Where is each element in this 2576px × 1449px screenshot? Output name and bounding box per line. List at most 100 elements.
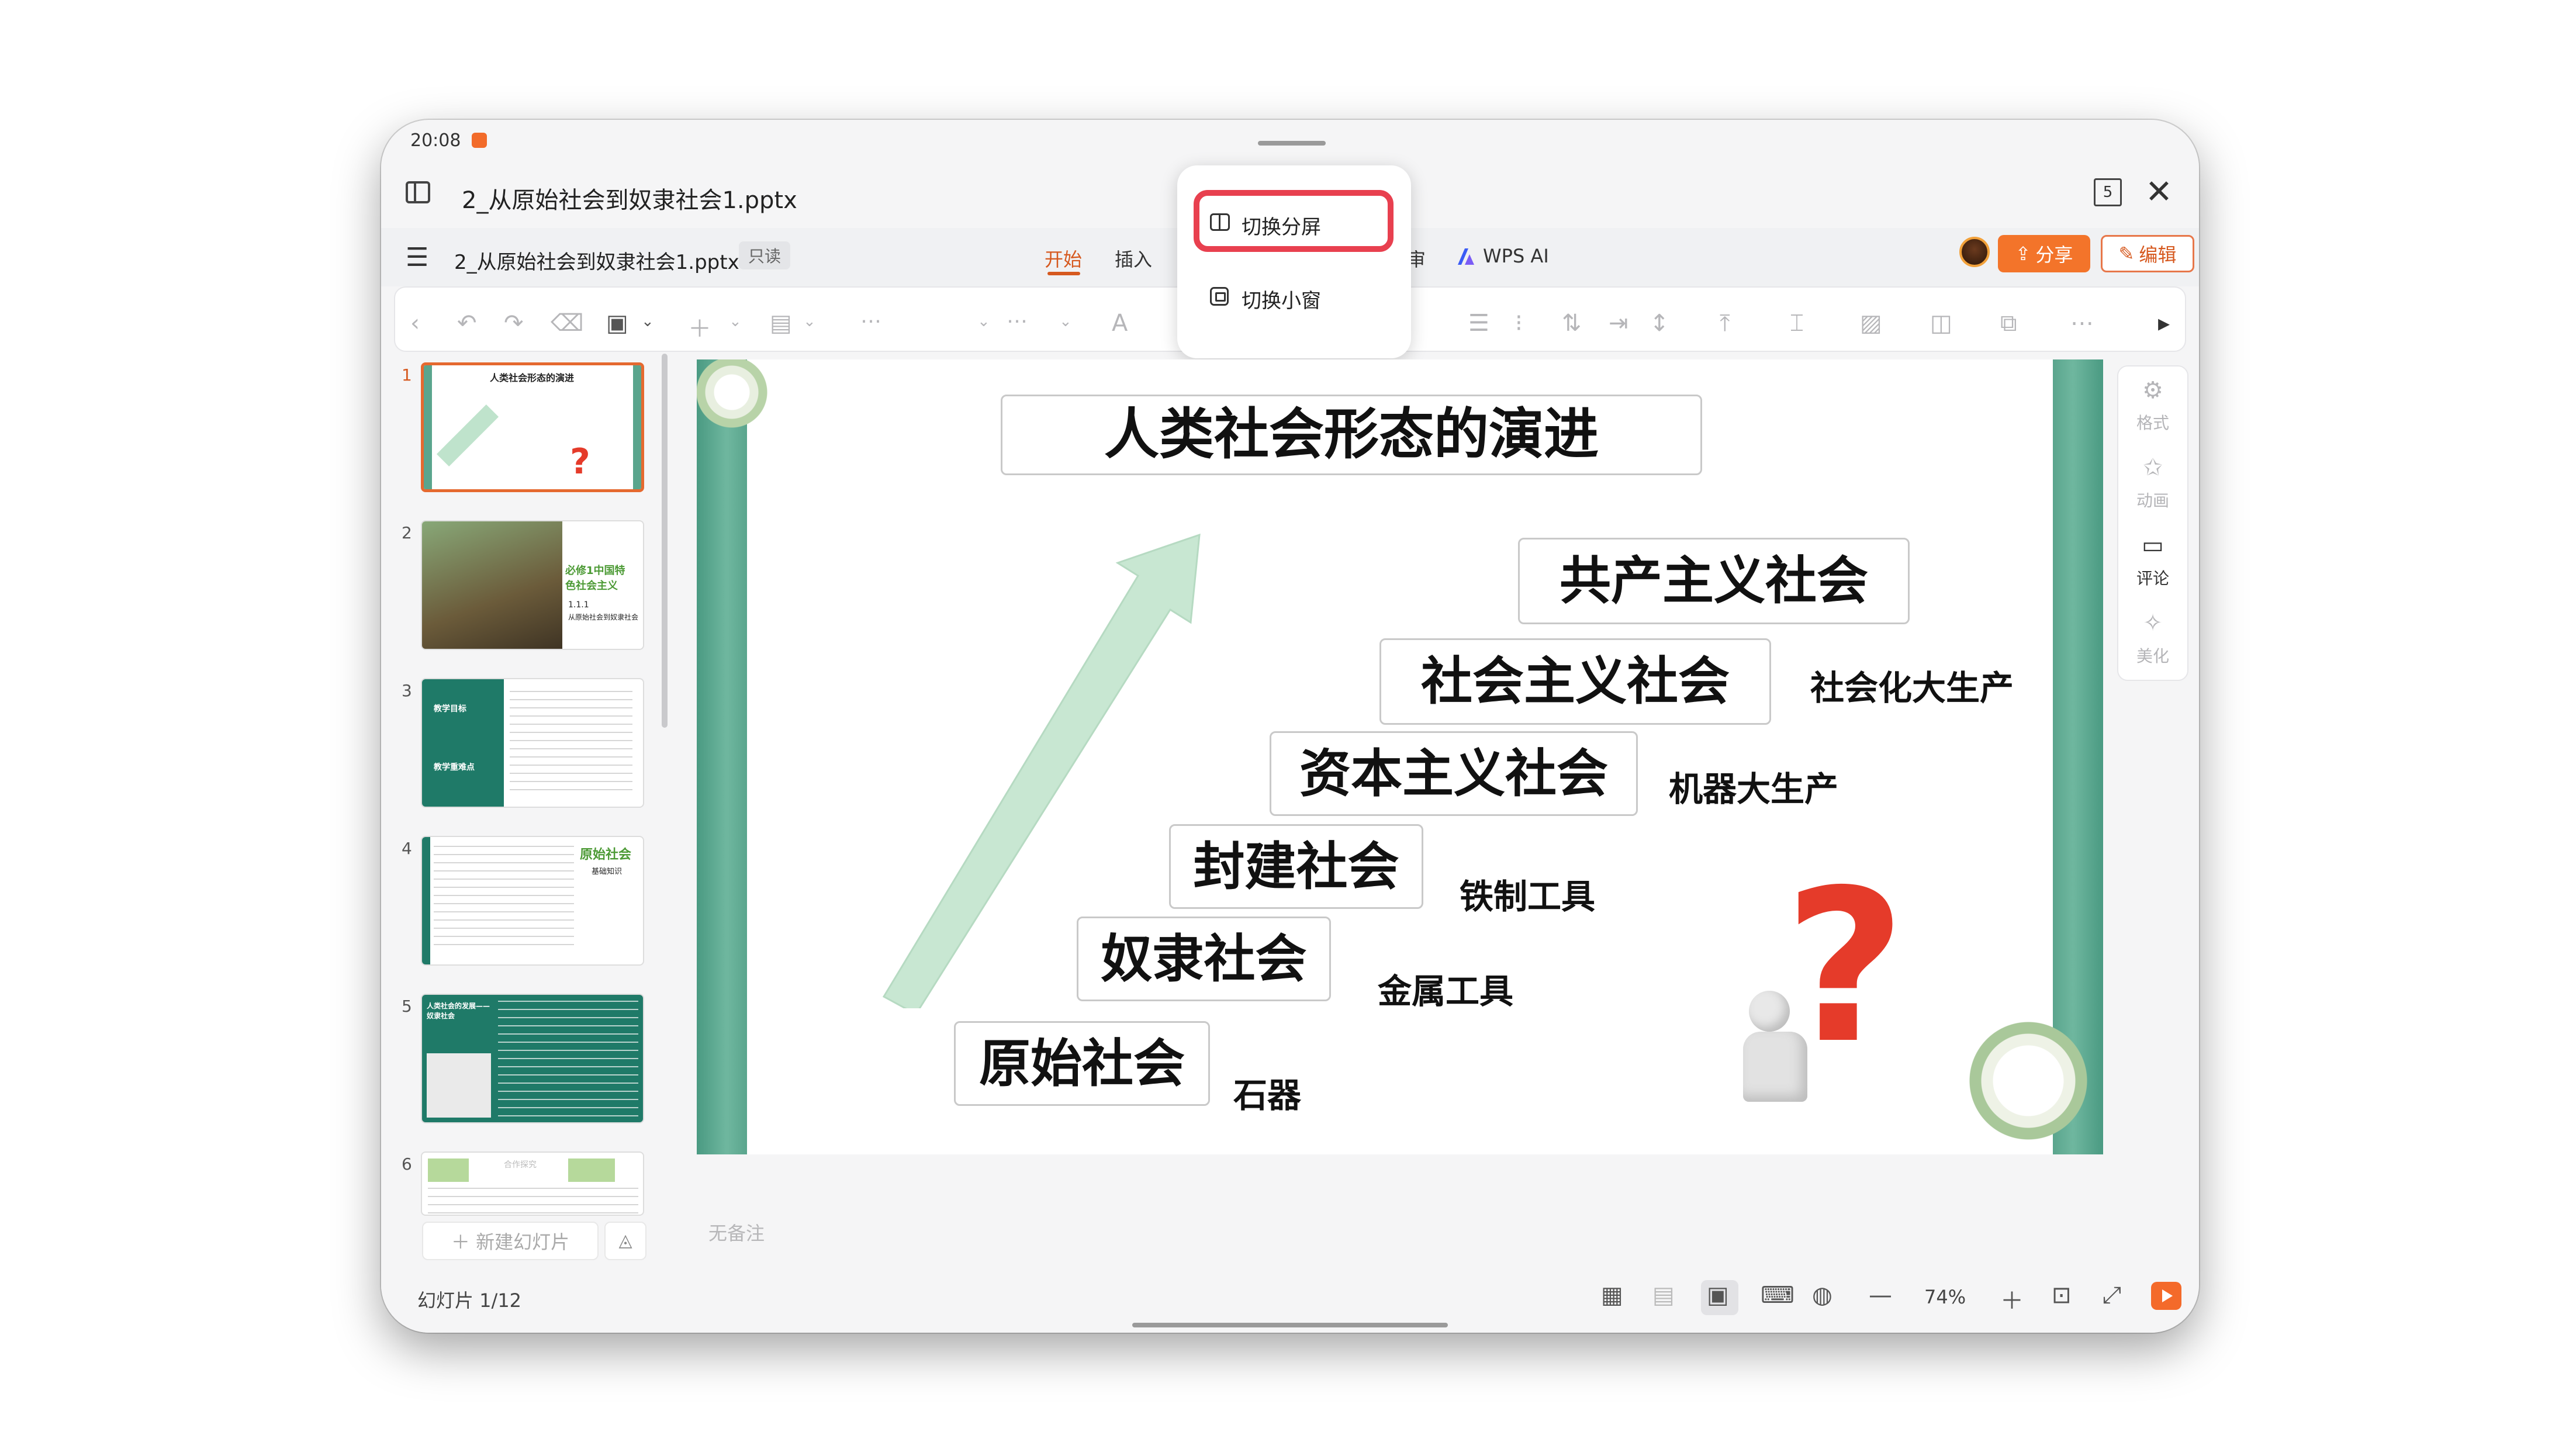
undo-icon[interactable]: ↶	[457, 310, 477, 337]
thumbnail-number: 6	[402, 1154, 412, 1174]
line-spacing-icon[interactable]: ⇅	[1562, 310, 1582, 337]
scroll-left-icon[interactable]: ‹	[410, 310, 420, 337]
zoom-out-icon[interactable]: —	[1869, 1282, 1892, 1309]
society-box-communism[interactable]: 共产主义社会	[1518, 538, 1910, 624]
thumbnail-number: 2	[402, 523, 412, 542]
thumb-lines	[510, 691, 632, 796]
globe-icon[interactable]: ◍	[1812, 1282, 1832, 1309]
thumbnail-slide-6[interactable]: 合作探究	[421, 1151, 644, 1216]
thumb-title: 人类社会形态的演进	[489, 372, 574, 383]
thumbnail-slide-5[interactable]: 人类社会的发展——奴隶社会	[421, 994, 644, 1123]
chevron-down-icon[interactable]: ⌄	[1059, 313, 1072, 330]
thumbnail-slide-4[interactable]: 原始社会 基础知识	[421, 836, 644, 966]
window-count-icon[interactable]: 5	[2094, 178, 2122, 206]
share-button[interactable]: ⇪ 分享	[1998, 235, 2090, 272]
small-window-option[interactable]: 切换小窗	[1242, 285, 1321, 313]
normal-view-icon[interactable]: ▣	[1707, 1282, 1729, 1309]
productivity-label[interactable]: 机器大生产	[1669, 762, 1838, 811]
thumb-text: 必修1中国特色社会主义	[565, 565, 625, 592]
society-box-socialism[interactable]: 社会主义社会	[1379, 638, 1771, 725]
format-painter-icon[interactable]: ⌫	[551, 310, 584, 337]
small-window-icon[interactable]	[1210, 287, 1229, 306]
thumbnail-number: 1	[402, 365, 412, 385]
thumbnail-scrollbar[interactable]	[662, 354, 668, 728]
home-indicator[interactable]	[1132, 1323, 1448, 1327]
comment-icon[interactable]: ▭	[2117, 532, 2188, 559]
beautify-icon[interactable]: ✧	[2117, 610, 2188, 637]
slide-count: 幻灯片 1/12	[417, 1289, 522, 1312]
scroll-right-icon[interactable]: ▸	[2158, 310, 2170, 337]
animation-label[interactable]: 动画	[2117, 488, 2188, 511]
animation-icon[interactable]: ✩	[2117, 454, 2188, 481]
status-bar	[381, 120, 2199, 155]
indent-icon[interactable]: ⇥	[1609, 310, 1628, 337]
slide-title[interactable]: 人类社会形态的演进	[1001, 395, 1702, 475]
productivity-label[interactable]: 铁制工具	[1460, 869, 1595, 918]
zoom-level[interactable]: 74%	[1924, 1286, 1966, 1308]
font-family-select[interactable]: …	[860, 304, 881, 328]
play-slides-icon[interactable]: ▣	[606, 310, 628, 337]
chevron-down-icon[interactable]: ⌄	[729, 313, 742, 330]
shape-icon[interactable]: ◫	[1930, 310, 1952, 337]
fit-screen-icon[interactable]: ⊡	[2052, 1282, 2072, 1309]
paragraph-spacing-icon[interactable]: ↕	[1650, 310, 1669, 337]
beautify-label[interactable]: 美化	[2117, 644, 2188, 667]
society-box-slavery[interactable]: 奴隶社会	[1077, 917, 1331, 1001]
reading-view-icon[interactable]: ▤	[1652, 1282, 1675, 1309]
readonly-badge: 只读	[739, 241, 791, 269]
hamburger-icon[interactable]: ☰	[406, 243, 428, 272]
layout-icon[interactable]: ▤	[770, 310, 792, 337]
thumbnail-slide-1[interactable]: 人类社会形态的演进 ?	[421, 362, 644, 492]
close-icon[interactable]: ✕	[2145, 176, 2173, 209]
comment-label[interactable]: 评论	[2117, 566, 2188, 589]
slide-layout-icon[interactable]: ◬	[604, 1222, 646, 1260]
thumbnail-slide-2[interactable]: 必修1中国特色社会主义 1.1.1 从原始社会到奴隶社会	[421, 520, 644, 650]
productivity-label[interactable]: 金属工具	[1378, 964, 1513, 1013]
text-box-icon[interactable]: ⌶	[1790, 310, 1804, 337]
font-grow-icon[interactable]: A	[1112, 310, 1128, 337]
productivity-label[interactable]: 社会化大生产	[1810, 660, 2014, 710]
chevron-down-icon[interactable]: ⌄	[977, 313, 990, 330]
grid-view-icon[interactable]: ▦	[1601, 1282, 1623, 1309]
chevron-down-icon[interactable]: ⌄	[641, 313, 654, 330]
society-box-feudalism[interactable]: 封建社会	[1169, 824, 1423, 909]
chevron-down-icon[interactable]: ⌄	[803, 313, 816, 330]
fullscreen-icon[interactable]: ⤢	[2103, 1282, 2121, 1309]
avatar[interactable]	[1959, 237, 1990, 267]
more-icon[interactable]: ⋯	[2070, 310, 2094, 337]
thumb-lines	[428, 1188, 638, 1213]
thumb-title: 人类社会的发展——奴隶社会	[427, 1002, 490, 1020]
split-screen-icon	[1210, 213, 1230, 231]
tab-start[interactable]: 开始	[1045, 245, 1082, 272]
society-box-primitive[interactable]: 原始社会	[954, 1021, 1210, 1106]
side-panel-icon[interactable]	[406, 181, 430, 203]
align-top-icon[interactable]: ⤒	[1720, 310, 1730, 337]
tablet-screen: 20:08 2_从原始社会到奴隶社会1.pptx 5 ✕ ☰ 2_从原始社会到奴…	[381, 120, 2199, 1333]
format-icon[interactable]: ⚙	[2117, 377, 2188, 404]
tab-wps-ai[interactable]: WPS AI	[1483, 245, 1549, 267]
window-handle[interactable]	[1258, 141, 1326, 146]
slide-canvas[interactable]: 人类社会形态的演进 共产主义社会 社会主义社会 资本主义社会 封建社会 奴隶社会…	[697, 359, 2103, 1154]
tab-insert[interactable]: 插入	[1115, 245, 1152, 272]
zoom-in-icon[interactable]: ＋	[2000, 1282, 2024, 1316]
plus-icon: ＋	[451, 1231, 476, 1253]
arrange-icon[interactable]: ⧉	[2000, 310, 2017, 337]
redo-icon[interactable]: ↷	[504, 310, 524, 337]
edit-label: 编辑	[2139, 244, 2177, 266]
bullet-list-icon[interactable]: ⁝	[1515, 310, 1523, 337]
thumb-border	[633, 365, 641, 489]
thumbnail-slide-3[interactable]: 教学目标 教学重难点	[421, 678, 644, 808]
edit-button[interactable]: ✎ 编辑	[2101, 235, 2194, 272]
picture-icon[interactable]: ▨	[1860, 310, 1882, 337]
add-icon[interactable]: ＋	[688, 310, 711, 344]
play-icon[interactable]	[2151, 1282, 2181, 1310]
new-slide-button[interactable]: ＋ 新建幻灯片	[422, 1222, 599, 1260]
format-label[interactable]: 格式	[2117, 410, 2188, 434]
society-box-capitalism[interactable]: 资本主义社会	[1270, 731, 1638, 816]
font-size-select[interactable]: …	[1007, 304, 1028, 328]
keyboard-icon[interactable]: ⌨	[1761, 1282, 1794, 1309]
notes-area[interactable]: 无备注	[708, 1219, 765, 1246]
productivity-label[interactable]: 石器	[1233, 1068, 1301, 1117]
figure-body	[1743, 1032, 1807, 1102]
align-icon[interactable]: ☰	[1468, 310, 1489, 337]
